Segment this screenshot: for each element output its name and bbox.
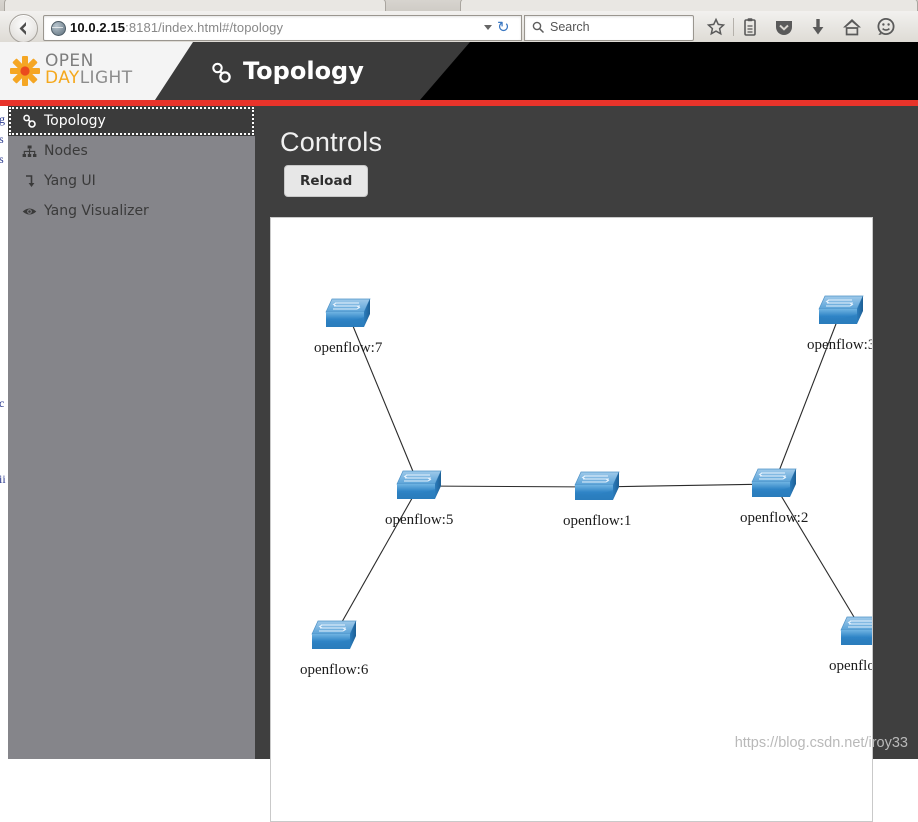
- topology-node-switch-icon[interactable]: [574, 471, 620, 501]
- bg-fragment: g: [0, 112, 5, 126]
- page-title: Topology: [243, 57, 364, 85]
- topology-node-switch-icon[interactable]: [325, 298, 371, 328]
- topology-node-label: openflow:7: [314, 340, 383, 356]
- sidebar: Topology Nodes Yang UI Yang Visualizer: [8, 106, 255, 759]
- page-reload-icon[interactable]: ↻: [497, 20, 513, 36]
- url-text: 10.0.2.15:8181/index.html#/topology: [70, 19, 283, 37]
- browser-navigation-bar: 10.0.2.15:8181/index.html#/topology ↻ Se…: [0, 11, 918, 43]
- sidebar-item-label: Yang Visualizer: [44, 203, 149, 219]
- sidebar-item-topology[interactable]: Topology: [8, 106, 255, 136]
- bg-fragment: s: [0, 152, 4, 166]
- sidebar-item-yang-visualizer[interactable]: Yang Visualizer: [8, 196, 255, 226]
- topology-node-label: openflow:4: [829, 658, 872, 674]
- back-button[interactable]: [9, 14, 38, 43]
- browser-chrome: 10.0.2.15:8181/index.html#/topology ↻ Se…: [0, 0, 918, 43]
- reload-button[interactable]: Reload: [284, 165, 369, 197]
- search-icon: [532, 21, 545, 39]
- topology-node-switch-icon[interactable]: [751, 468, 797, 498]
- sitemap-icon: [22, 144, 37, 159]
- topology-link: [333, 485, 420, 637]
- bg-fragment: c: [0, 396, 5, 410]
- url-path: :8181/index.html#/topology: [125, 20, 284, 35]
- url-host: 10.0.2.15: [70, 20, 126, 35]
- topology-link: [773, 483, 864, 633]
- arrow-down-step-icon: [22, 174, 37, 189]
- topology-node-label: openflow:2: [740, 510, 809, 526]
- opendaylight-logo-icon: [9, 55, 41, 87]
- sidebar-item-label: Nodes: [44, 143, 88, 159]
- logo-text-daylight: DAYLIGHT: [45, 70, 133, 87]
- topology-node-switch-icon[interactable]: [396, 470, 442, 500]
- sidebar-item-label: Yang UI: [44, 173, 96, 189]
- eye-icon: [22, 204, 37, 219]
- url-dropdown-caret-icon[interactable]: [484, 25, 492, 30]
- bookmark-star-icon[interactable]: [704, 15, 728, 39]
- smiley-account-icon[interactable]: [874, 15, 898, 39]
- logo-text-day: DAY: [45, 68, 80, 88]
- bg-fragment: s: [0, 132, 4, 146]
- controls-heading: Controls: [280, 127, 383, 157]
- browser-toolbar-icons: [700, 15, 918, 39]
- sidebar-item-nodes[interactable]: Nodes: [8, 136, 255, 166]
- topology-link: [596, 483, 775, 488]
- pocket-icon[interactable]: [772, 15, 796, 39]
- app-header: OPEN DAYLIGHT Topology: [0, 42, 918, 100]
- topology-node-switch-icon[interactable]: [311, 620, 357, 650]
- topology-node-label: openflow:3: [807, 337, 873, 353]
- search-placeholder-text: Search: [550, 20, 590, 34]
- background-page-fragments: g s s c ii: [0, 106, 8, 759]
- url-bar[interactable]: 10.0.2.15:8181/index.html#/topology ↻: [43, 15, 522, 41]
- main-content: Controls Reload openflow:7 openflow:3 op…: [255, 106, 918, 822]
- search-bar[interactable]: Search: [524, 15, 694, 41]
- topology-node-switch-icon[interactable]: [818, 295, 864, 325]
- logo-text-light: LIGHT: [79, 68, 133, 88]
- bg-fragment: ii: [0, 472, 6, 486]
- home-icon[interactable]: [840, 15, 864, 39]
- toolbar-separator: [733, 18, 734, 36]
- sidebar-item-label: Topology: [44, 113, 106, 129]
- downloads-icon[interactable]: [806, 15, 830, 39]
- sidebar-item-yang-ui[interactable]: Yang UI: [8, 166, 255, 196]
- topology-node-label: openflow:5: [385, 512, 454, 528]
- watermark-text: https://blog.csdn.net/iroy33: [734, 735, 908, 751]
- link-chain-icon: [22, 114, 37, 129]
- topology-node-label: openflow:1: [563, 513, 632, 529]
- library-icon[interactable]: [738, 15, 762, 39]
- opendaylight-logo-text: OPEN DAYLIGHT: [45, 53, 133, 87]
- topology-node-label: openflow:6: [300, 662, 369, 678]
- topology-header-icon: [210, 62, 234, 89]
- topology-node-switch-icon[interactable]: [840, 616, 872, 646]
- topology-canvas[interactable]: openflow:7 openflow:3 openflow:5 openflow:1…: [270, 217, 873, 822]
- globe-icon: [51, 21, 66, 36]
- topology-link: [418, 485, 598, 488]
